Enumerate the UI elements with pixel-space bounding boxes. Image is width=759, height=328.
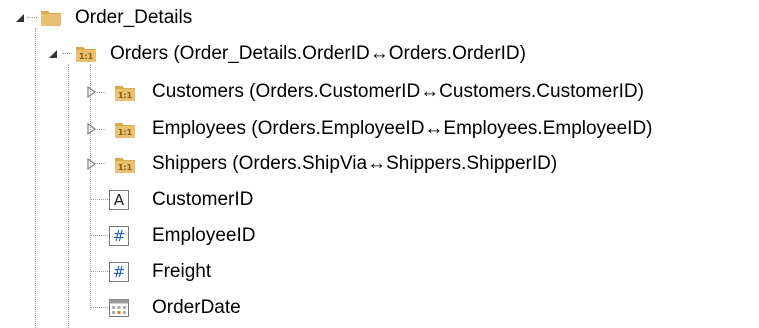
svg-text:1:1: 1:1 <box>118 128 133 137</box>
relation-folder-icon: 1:1 <box>115 158 135 173</box>
relation-folder-icon: 1:1 <box>115 86 135 101</box>
svg-text:1:1: 1:1 <box>79 52 94 61</box>
tree-node-orders[interactable]: 1:1 Orders (Order_Details.OrderID↔Orders… <box>0 36 640 71</box>
collapsed-triangle-icon[interactable] <box>84 85 98 99</box>
relation-folder-icon: 1:1 <box>115 123 135 138</box>
relation-folder-icon: 1:1 <box>76 47 96 62</box>
tree-node-employees[interactable]: 1:1 Employees (Orders.EmployeeID↔Employe… <box>0 111 759 146</box>
tree-node-customers[interactable]: 1:1 Customers (Orders.CustomerID↔Custome… <box>0 74 759 109</box>
number-field-icon: # <box>109 226 129 246</box>
tree-node-label: Employees (Orders.EmployeeID↔Employees.E… <box>152 118 653 139</box>
tree-field-customerid[interactable]: A CustomerID <box>0 182 300 217</box>
date-field-icon <box>109 299 129 317</box>
tree-node-label: CustomerID <box>152 189 254 210</box>
tree-node-label: EmployeeID <box>152 225 256 246</box>
folder-icon <box>41 11 61 26</box>
tree-field-employeeid[interactable]: # EmployeeID <box>0 218 300 253</box>
tree-node-shippers[interactable]: 1:1 Shippers (Orders.ShipVia↔Shippers.Sh… <box>0 146 680 181</box>
collapsed-triangle-icon[interactable] <box>84 122 98 136</box>
tree-node-order-details[interactable]: Order_Details <box>0 0 300 35</box>
tree-node-label: OrderDate <box>152 297 241 318</box>
tree-field-orderdate[interactable]: OrderDate <box>0 290 300 325</box>
tree-node-label: Orders (Order_Details.OrderID↔Orders.Ord… <box>110 43 526 64</box>
text-field-icon: A <box>109 190 129 210</box>
tree-node-label: Customers (Orders.CustomerID↔Customers.C… <box>152 81 644 102</box>
tree-node-label: Order_Details <box>75 7 193 28</box>
expanded-triangle-icon[interactable] <box>46 47 60 61</box>
svg-text:1:1: 1:1 <box>118 91 133 100</box>
number-field-icon: # <box>109 262 129 282</box>
tree-view[interactable]: Order_Details 1:1 Orders (Order_Details.… <box>0 0 759 328</box>
tree-node-label: Freight <box>152 261 212 282</box>
svg-text:1:1: 1:1 <box>118 163 133 172</box>
collapsed-triangle-icon[interactable] <box>84 157 98 171</box>
tree-node-label: Shippers (Orders.ShipVia↔Shippers.Shippe… <box>152 153 558 174</box>
expanded-triangle-icon[interactable] <box>13 11 27 25</box>
tree-field-freight[interactable]: # Freight <box>0 254 300 289</box>
